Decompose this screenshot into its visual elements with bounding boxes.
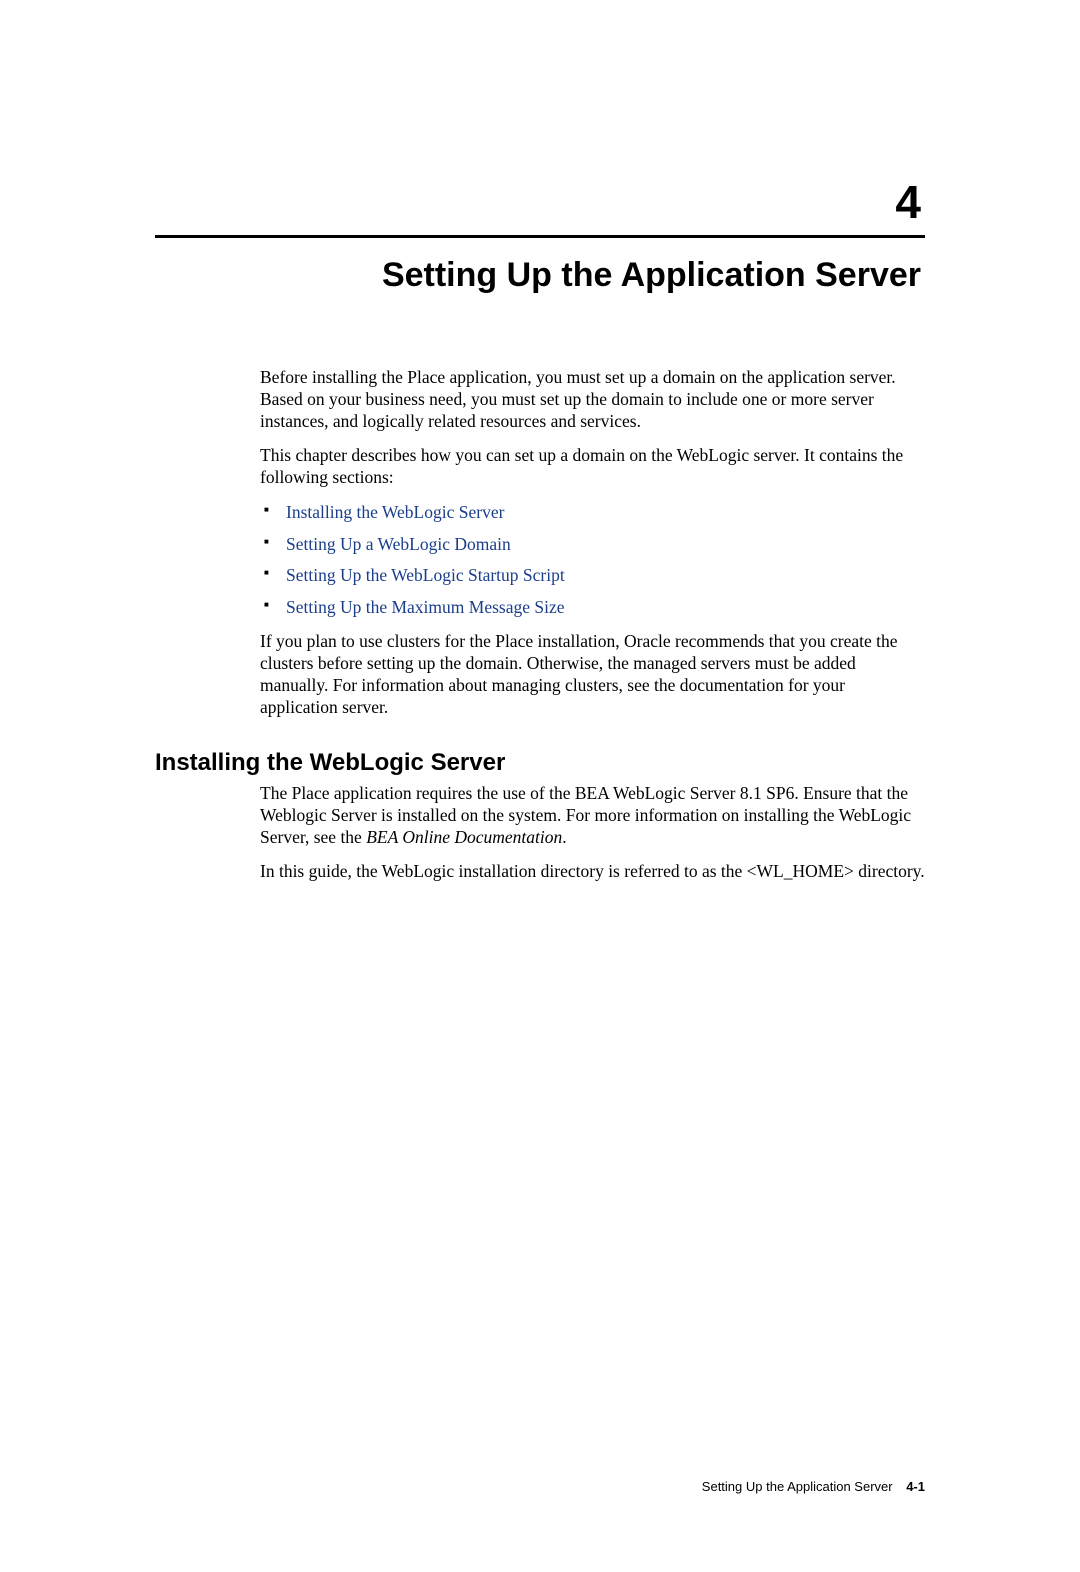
section-heading-installing: Installing the WebLogic Server <box>155 749 925 777</box>
text-run: The Place application requires the use o… <box>260 783 911 847</box>
chapter-number: 4 <box>155 175 925 229</box>
link-max-message-size[interactable]: Setting Up the Maximum Message Size <box>286 597 565 617</box>
footer-title: Setting Up the Application Server <box>702 1479 893 1494</box>
intro-paragraph-3: If you plan to use clusters for the Plac… <box>260 631 925 719</box>
link-setting-up-domain[interactable]: Setting Up a WebLogic Domain <box>286 534 511 554</box>
footer-page-number: 4-1 <box>906 1479 925 1494</box>
section1-block: The Place application requires the use o… <box>260 783 925 883</box>
intro-paragraph-1: Before installing the Place application,… <box>260 367 925 433</box>
link-installing-weblogic[interactable]: Installing the WebLogic Server <box>286 502 504 522</box>
italic-reference: BEA Online Documentation <box>366 827 562 847</box>
section1-paragraph-2: In this guide, the WebLogic installation… <box>260 861 925 883</box>
list-item: Installing the WebLogic Server <box>260 500 925 525</box>
list-item: Setting Up the WebLogic Startup Script <box>260 563 925 588</box>
text-run: . <box>562 827 566 847</box>
chapter-rule <box>155 235 925 238</box>
chapter-title: Setting Up the Application Server <box>155 256 925 295</box>
intro-block: Before installing the Place application,… <box>260 367 925 719</box>
intro-paragraph-2: This chapter describes how you can set u… <box>260 445 925 489</box>
page: 4 Setting Up the Application Server Befo… <box>0 175 1080 1572</box>
page-footer: Setting Up the Application Server 4-1 <box>702 1479 925 1494</box>
link-startup-script[interactable]: Setting Up the WebLogic Startup Script <box>286 565 565 585</box>
section-links-list: Installing the WebLogic Server Setting U… <box>260 500 925 619</box>
list-item: Setting Up a WebLogic Domain <box>260 532 925 557</box>
section1-paragraph-1: The Place application requires the use o… <box>260 783 925 849</box>
list-item: Setting Up the Maximum Message Size <box>260 595 925 620</box>
